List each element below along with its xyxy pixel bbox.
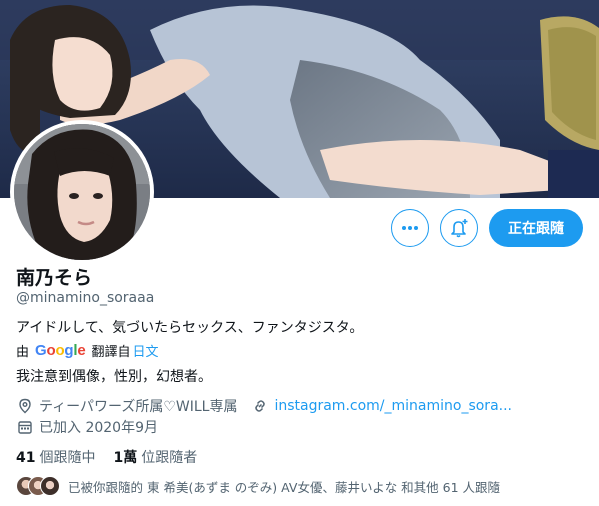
followers-count: 1萬 <box>113 450 138 466</box>
translation-prefix: 由 <box>16 345 30 360</box>
translation-attribution: 由 Google 翻譯自 日文 <box>16 341 159 360</box>
followers-label: 位跟隨者 <box>141 450 198 466</box>
avatar-photo <box>14 124 150 260</box>
translated-bio: 我注意到偶像，性別，幻想者。 <box>16 369 212 385</box>
following-label: 個跟隨中 <box>39 450 96 466</box>
profile-website-link[interactable]: instagram.com/_minamino_sora... <box>251 397 512 415</box>
profile-location: ティーパワーズ所属♡WILL専属 <box>39 399 238 415</box>
followers-you-know-text: 已被你跟隨的 東 希美(あずま のぞみ) AV女優、藤井いよな 和其他 61 人… <box>68 479 501 495</box>
follow-stats: 41 個跟隨中 1萬 位跟隨者 <box>16 447 197 467</box>
profile-handle: @minamino_soraaa <box>16 290 155 306</box>
google-logo: Google <box>35 342 86 359</box>
profile-avatar[interactable] <box>10 120 154 264</box>
following-link[interactable]: 41 個跟隨中 <box>16 447 95 467</box>
following-button[interactable]: 正在跟隨 <box>489 209 583 247</box>
followers-you-know[interactable]: 已被你跟隨的 東 希美(あずま のぞみ) AV女優、藤井いよな 和其他 61 人… <box>16 476 500 496</box>
bell-plus-icon <box>451 219 468 238</box>
more-icon <box>402 226 418 230</box>
profile-joined: 已加入 2020年9月 <box>39 420 158 436</box>
following-count: 41 <box>16 450 36 466</box>
profile-bio: アイドルして、気づいたらセックス、ファンタジスタ。 <box>16 320 364 336</box>
profile-name: 南乃そら <box>16 267 93 289</box>
more-button[interactable] <box>391 209 429 247</box>
calendar-icon <box>16 418 34 436</box>
notifications-button[interactable] <box>440 209 478 247</box>
source-language-link[interactable]: 日文 <box>133 341 159 360</box>
follower-avatar <box>40 476 60 496</box>
profile-meta: ティーパワーズ所属♡WILL専属 instagram.com/_minamino… <box>16 396 512 416</box>
profile-joined-row: 已加入 2020年9月 <box>16 417 158 437</box>
followers-link[interactable]: 1萬 位跟隨者 <box>113 447 197 467</box>
profile-website[interactable]: instagram.com/_minamino_sora... <box>274 398 512 414</box>
location-pin-icon <box>16 397 34 415</box>
translation-suffix: 翻譯自 <box>91 345 131 360</box>
link-icon <box>251 397 269 415</box>
